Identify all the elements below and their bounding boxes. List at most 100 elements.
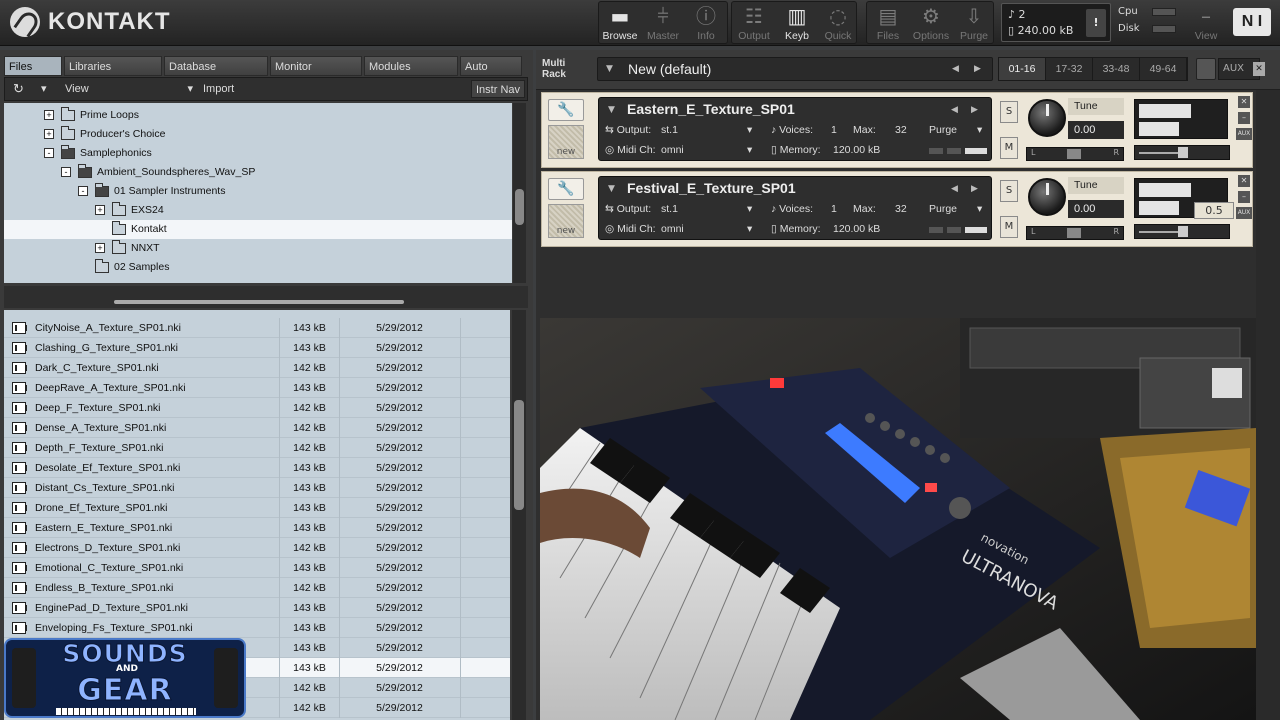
- file-row[interactable]: DeepRave_A_Texture_SP01.nki 143 kB 5/29/20…: [4, 378, 510, 398]
- options-button[interactable]: ⚙ Options: [909, 2, 953, 44]
- tree-item[interactable]: + Prime Loops: [4, 106, 512, 125]
- tree-scroll-thumb[interactable]: [515, 189, 524, 225]
- midi-channel-field[interactable]: ◎ Midi Ch: omni ▾: [605, 223, 755, 235]
- volume-slider[interactable]: [1134, 224, 1230, 239]
- output-field[interactable]: ⇆ Output: st.1 ▾: [605, 203, 755, 215]
- tab-modules[interactable]: Modules: [364, 56, 458, 76]
- info-button[interactable]: ⓘ Info: [684, 2, 728, 44]
- tree-item[interactable]: - 01 Sampler Instruments: [4, 182, 512, 201]
- chevron-down-icon[interactable]: ▼: [608, 184, 615, 194]
- file-row[interactable]: Emotional_C_Texture_SP01.nki 143 kB 5/29/2…: [4, 558, 510, 578]
- volume-slider[interactable]: [1134, 145, 1230, 160]
- tune-knob[interactable]: [1028, 178, 1066, 216]
- mute-button[interactable]: M: [1000, 137, 1018, 159]
- file-row[interactable]: Enveloping_Fs_Texture_SP01.nki 143 kB 5/29…: [4, 618, 510, 638]
- expand-icon[interactable]: +: [95, 205, 105, 215]
- instrument-slot-2[interactable]: 🔧 new ▼ Festival_E_Texture_SP01 ◀ ▶ ⇆ Output: …: [541, 171, 1253, 247]
- next-arrow-icon[interactable]: ▶: [971, 105, 978, 115]
- minimize-icon[interactable]: –: [1238, 112, 1250, 124]
- browse-button[interactable]: ▬ Browse: [598, 2, 642, 44]
- rack-view-toggle-button[interactable]: [1196, 58, 1216, 80]
- solo-button[interactable]: S: [1000, 101, 1018, 123]
- prev-arrow-icon[interactable]: ◀: [952, 64, 959, 74]
- mute-button[interactable]: M: [1000, 216, 1018, 238]
- tree-item[interactable]: - Ambient_Soundspheres_Wav_SP: [4, 163, 512, 182]
- instr-nav-button[interactable]: Instr Nav: [471, 80, 525, 98]
- collapse-icon[interactable]: -: [61, 167, 71, 177]
- file-row[interactable]: CityNoise_A_Texture_SP01.nki 143 kB 5/29/2…: [4, 318, 510, 338]
- file-row[interactable]: Clashing_G_Texture_SP01.nki 143 kB 5/29/20…: [4, 338, 510, 358]
- instrument-name[interactable]: Eastern_E_Texture_SP01: [627, 101, 795, 117]
- volume-handle[interactable]: [1178, 226, 1188, 237]
- keyb-button[interactable]: ▥ Keyb: [775, 2, 819, 44]
- import-button[interactable]: Import: [203, 80, 234, 98]
- tab-page-33-48[interactable]: 33-48: [1093, 58, 1140, 80]
- file-list-scroll-thumb[interactable]: [514, 400, 524, 510]
- tune-knob[interactable]: [1028, 99, 1066, 137]
- menu-down-icon[interactable]: ▾: [41, 80, 47, 98]
- chevron-down-icon[interactable]: ▼: [606, 64, 613, 74]
- file-row[interactable]: Dark_C_Texture_SP01.nki 142 kB 5/29/2012: [4, 358, 510, 378]
- pan-handle[interactable]: [1067, 149, 1081, 159]
- file-row[interactable]: Desolate_Ef_Texture_SP01.nki 143 kB 5/29/2…: [4, 458, 510, 478]
- multi-preset-selector[interactable]: ▼ New (default) ◀ ▶: [597, 57, 993, 81]
- tab-page-17-32[interactable]: 17-32: [1046, 58, 1093, 80]
- chevron-down-icon[interactable]: ▼: [608, 105, 615, 115]
- close-icon[interactable]: ✕: [1238, 175, 1250, 187]
- tab-libraries[interactable]: Libraries: [64, 56, 162, 76]
- expand-icon[interactable]: +: [95, 243, 105, 253]
- tree-item[interactable]: 02 Samples: [4, 258, 512, 277]
- close-icon[interactable]: ✕: [1238, 96, 1250, 108]
- tune-value[interactable]: 0.00: [1068, 200, 1124, 218]
- file-row[interactable]: Endless_B_Texture_SP01.nki 142 kB 5/29/201…: [4, 578, 510, 598]
- expand-icon[interactable]: +: [44, 129, 54, 139]
- quick-button[interactable]: ◌ Quick: [816, 2, 860, 44]
- file-row[interactable]: Dense_A_Texture_SP01.nki 142 kB 5/29/2012: [4, 418, 510, 438]
- prev-arrow-icon[interactable]: ◀: [951, 184, 958, 194]
- file-row[interactable]: Distant_Cs_Texture_SP01.nki 143 kB 5/29/20…: [4, 478, 510, 498]
- collapse-icon[interactable]: -: [44, 148, 54, 158]
- new-instrument-button[interactable]: new: [548, 204, 584, 238]
- tree-scrollbar[interactable]: [513, 103, 526, 283]
- tab-auto[interactable]: Auto: [460, 56, 522, 76]
- master-button[interactable]: ⫩ Master: [641, 2, 685, 44]
- tree-item[interactable]: - Samplephonics: [4, 144, 512, 163]
- tab-files[interactable]: Files: [4, 56, 62, 76]
- volume-handle[interactable]: [1178, 147, 1188, 158]
- output-button[interactable]: ☷ Output: [732, 2, 776, 44]
- purge-dropdown[interactable]: Purge ▾: [929, 203, 987, 215]
- refresh-icon[interactable]: ↻: [13, 80, 24, 98]
- tab-monitor[interactable]: Monitor: [270, 56, 362, 76]
- tune-value[interactable]: 0.00: [1068, 121, 1124, 139]
- tree-item[interactable]: + EXS24: [4, 201, 512, 220]
- close-icon[interactable]: ✕: [1253, 62, 1265, 76]
- file-row[interactable]: Drone_Ef_Texture_SP01.nki 143 kB 5/29/2012: [4, 498, 510, 518]
- tab-page-01-16[interactable]: 01-16: [999, 58, 1046, 80]
- rack-scrollbar[interactable]: [1256, 90, 1280, 720]
- file-list-scrollbar[interactable]: [512, 310, 526, 720]
- new-instrument-button[interactable]: new: [548, 125, 584, 159]
- instrument-slot-1[interactable]: 🔧 new ▼ Eastern_E_Texture_SP01 ◀ ▶ ⇆ Output: s…: [541, 92, 1253, 168]
- tree-horizontal-scrollbar[interactable]: [4, 286, 528, 308]
- pan-slider[interactable]: LR: [1026, 226, 1124, 240]
- warning-button[interactable]: !: [1086, 9, 1106, 37]
- purge-button[interactable]: ⇩ Purge: [952, 2, 996, 44]
- next-arrow-icon[interactable]: ▶: [971, 184, 978, 194]
- midi-channel-field[interactable]: ◎ Midi Ch: omni ▾: [605, 144, 755, 156]
- instrument-name[interactable]: Festival_E_Texture_SP01: [627, 180, 796, 196]
- file-row[interactable]: Electrons_D_Texture_SP01.nki 142 kB 5/29/2…: [4, 538, 510, 558]
- file-row[interactable]: Depth_F_Texture_SP01.nki 142 kB 5/29/2012: [4, 438, 510, 458]
- wrench-icon[interactable]: 🔧: [548, 99, 584, 121]
- pan-slider[interactable]: LR: [1026, 147, 1124, 161]
- file-row[interactable]: EnginePad_D_Texture_SP01.nki 143 kB 5/29/2…: [4, 598, 510, 618]
- purge-dropdown[interactable]: Purge ▾: [929, 124, 987, 136]
- tab-database[interactable]: Database: [164, 56, 268, 76]
- tree-item[interactable]: Kontakt: [4, 220, 512, 239]
- tree-item[interactable]: + Producer's Choice: [4, 125, 512, 144]
- prev-arrow-icon[interactable]: ◀: [951, 105, 958, 115]
- view-button[interactable]: – View: [1186, 2, 1226, 44]
- files-button[interactable]: ▤ Files: [866, 2, 910, 44]
- aux-toggle[interactable]: AUX: [1236, 128, 1252, 140]
- view-dropdown[interactable]: View ▾: [65, 80, 197, 98]
- expand-icon[interactable]: +: [44, 110, 54, 120]
